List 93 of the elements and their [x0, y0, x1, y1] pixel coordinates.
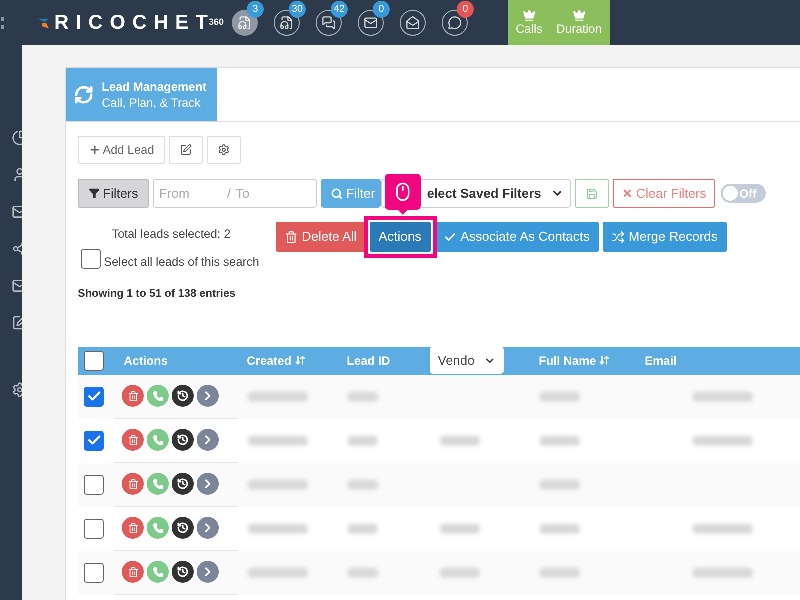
count-badge: 0 [457, 0, 474, 18]
count-badge: 3 [247, 0, 264, 18]
delete-lead-button[interactable] [122, 385, 144, 407]
entries-count: Showing 1 to 51 of 138 entries [78, 287, 237, 302]
filters-button[interactable]: Filters [78, 179, 150, 208]
history-button[interactable] [172, 561, 194, 583]
date-separator: / [227, 184, 232, 203]
settings-icon [218, 144, 230, 156]
to-placeholder: To [236, 184, 250, 203]
history-button[interactable] [172, 385, 194, 407]
checkbox[interactable] [81, 249, 101, 269]
open-lead-button[interactable] [197, 429, 219, 451]
count-badge: 30 [289, 0, 306, 18]
select-all-label: Select all leads of this search [104, 254, 260, 271]
shuffle-icon [612, 230, 625, 244]
edit-button[interactable] [169, 136, 204, 164]
trash-icon [128, 566, 138, 578]
history-icon [177, 566, 189, 578]
save-icon [586, 188, 598, 200]
trash-icon [128, 522, 138, 534]
column-header[interactable]: Full Name [539, 352, 610, 370]
chat-icon [322, 16, 336, 30]
count-badge: 42 [331, 0, 348, 18]
history-button[interactable] [172, 429, 194, 451]
column-header: Actions [124, 352, 168, 370]
refresh-icon [74, 84, 94, 104]
column-header: Lead ID [347, 352, 390, 370]
trash-icon [128, 390, 138, 402]
phone-icon [152, 566, 164, 578]
trash-icon [128, 478, 138, 490]
from-placeholder: From [159, 184, 191, 203]
check-icon [444, 230, 457, 244]
checkbox[interactable] [84, 474, 104, 494]
toggle-switch[interactable]: Off [721, 184, 766, 203]
delete-lead-button[interactable] [122, 429, 144, 451]
plus-icon [89, 144, 101, 156]
crown-icon [522, 9, 536, 22]
bulk-action-button[interactable]: Delete All [276, 222, 366, 252]
delete-lead-button[interactable] [122, 517, 144, 539]
brand-superscript: 360 [208, 16, 224, 28]
actions-button[interactable]: Actions [370, 222, 431, 252]
mail-icon [364, 16, 378, 30]
clear-filters-button[interactable]: Clear Filters [613, 179, 716, 208]
menu-dots-icon [1, 16, 4, 28]
open-envelope-icon [406, 16, 420, 30]
add-lead-button[interactable]: Add Lead [78, 136, 166, 164]
bulk-action-button[interactable]: Merge Records [602, 222, 727, 252]
search-icon [331, 188, 344, 200]
nav-icon-button[interactable] [400, 10, 426, 36]
count-badge: 0 [373, 0, 390, 18]
bulk-action-button[interactable]: Associate As Contacts [434, 222, 599, 252]
open-lead-button[interactable] [197, 473, 219, 495]
vendor-select[interactable]: Vendo [430, 347, 504, 374]
stats-tab[interactable]: Duration [556, 9, 602, 36]
date-range-field[interactable]: From / To [153, 179, 318, 208]
delete-lead-button[interactable] [122, 473, 144, 495]
checkbox[interactable] [84, 562, 104, 582]
history-icon [177, 478, 189, 490]
funnel-icon [89, 188, 100, 199]
trash-icon [285, 230, 298, 244]
column-header[interactable]: Created [247, 352, 306, 370]
history-button[interactable] [172, 473, 194, 495]
audio-file-icon [280, 16, 294, 30]
open-lead-button[interactable] [197, 561, 219, 583]
phone-icon [152, 434, 164, 446]
history-button[interactable] [172, 517, 194, 539]
checkbox[interactable] [84, 518, 104, 538]
edit-icon [180, 144, 192, 156]
stats-tab[interactable]: Calls [516, 9, 543, 36]
phone-icon [152, 390, 164, 402]
filter-button[interactable]: Filter [321, 179, 382, 208]
open-lead-button[interactable] [197, 517, 219, 539]
history-icon [177, 390, 189, 402]
panel-title: Lead Management [102, 78, 207, 94]
checkbox[interactable] [84, 430, 104, 450]
phone-icon [152, 478, 164, 490]
trash-icon [128, 434, 138, 446]
total-selected-text: Total leads selected: 2 [112, 226, 232, 243]
history-icon [177, 522, 189, 534]
checkbox[interactable] [84, 386, 104, 406]
panel-tab[interactable]: Lead Management Call, Plan, & Track [66, 68, 217, 121]
crown-icon [572, 9, 586, 22]
delete-lead-button[interactable] [122, 561, 144, 583]
checkbox[interactable] [84, 350, 104, 370]
audio-file-icon [238, 16, 252, 30]
settings-button[interactable] [207, 136, 242, 164]
close-icon [622, 188, 634, 199]
panel-subtitle: Call, Plan, & Track [102, 94, 202, 110]
phone-icon [152, 522, 164, 534]
column-header: Email [645, 352, 678, 370]
open-lead-button[interactable] [197, 385, 219, 407]
history-icon [177, 434, 189, 446]
speech-bubble-icon [448, 16, 462, 30]
